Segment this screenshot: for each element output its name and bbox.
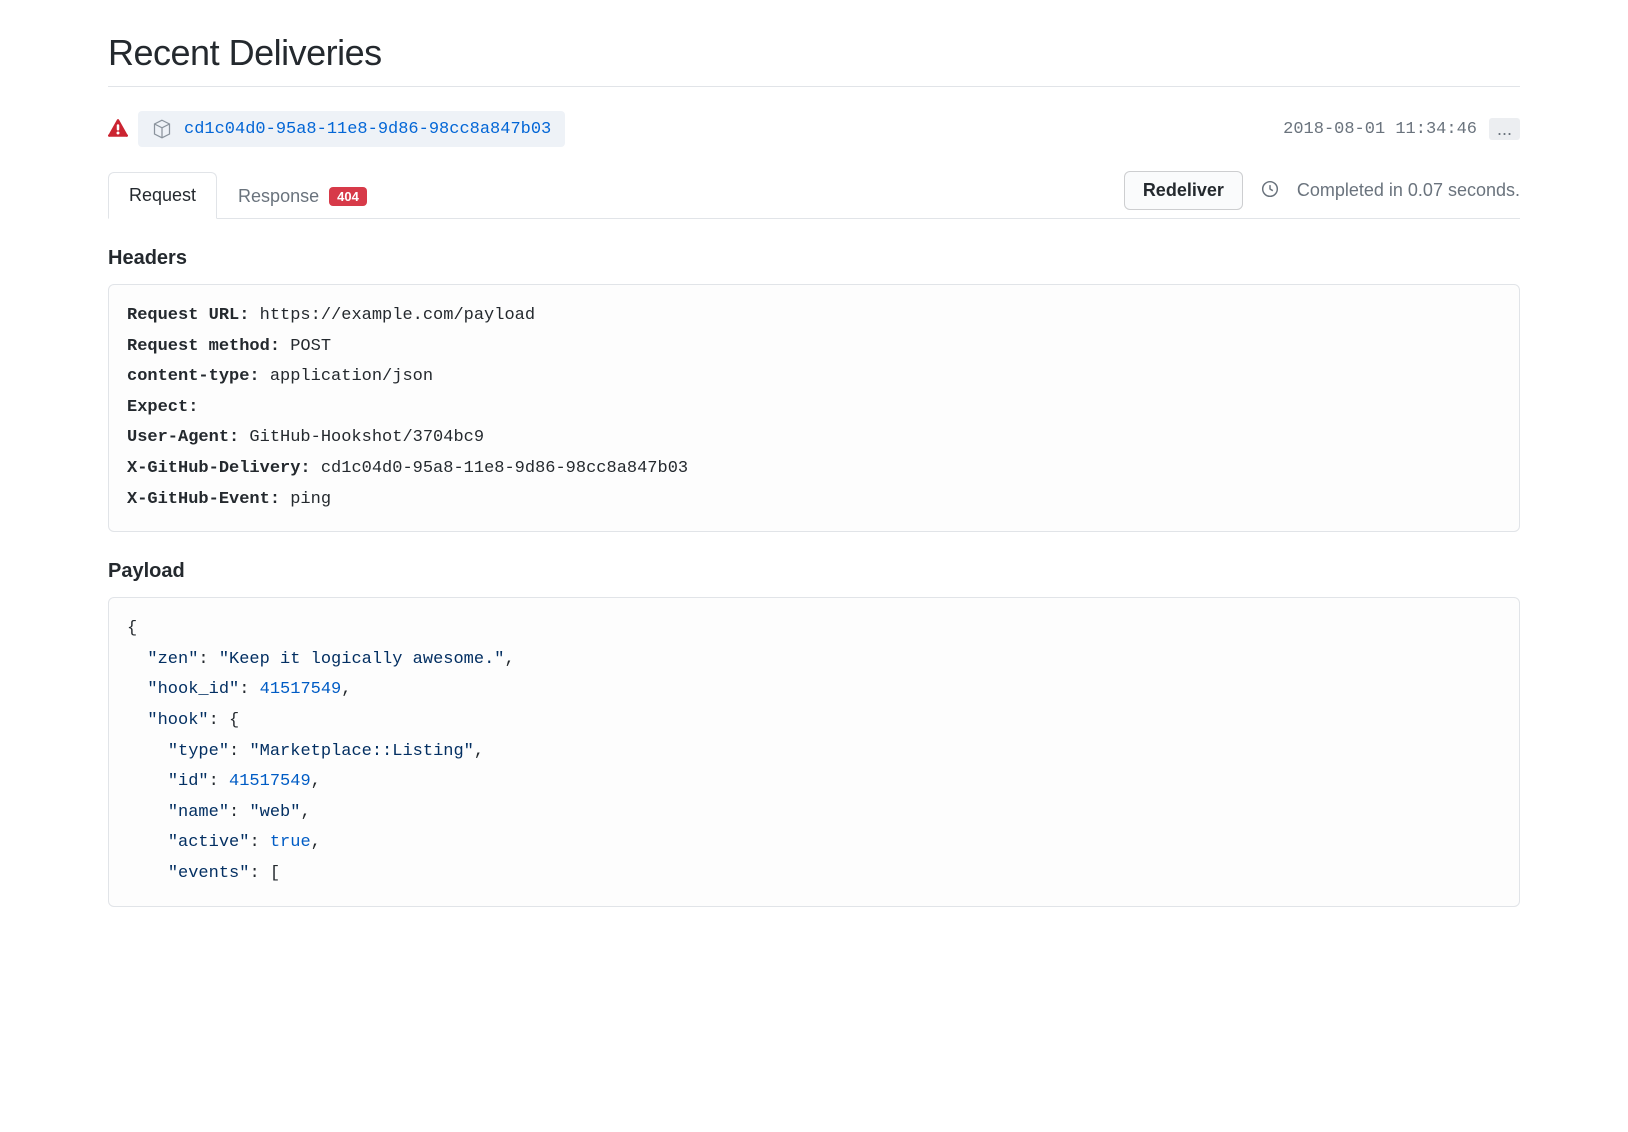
status-badge: 404 [329, 187, 367, 206]
tab-response[interactable]: Response 404 [217, 172, 388, 219]
tab-bar: Request Response 404 Redeliver Completed… [108, 171, 1520, 219]
payload-section: Payload { "zen": "Keep it logically awes… [108, 560, 1520, 906]
alert-icon [108, 118, 128, 141]
completed-text: Completed in 0.07 seconds. [1297, 180, 1520, 201]
tab-request[interactable]: Request [108, 172, 217, 219]
page-title: Recent Deliveries [108, 32, 1520, 87]
package-icon [152, 119, 172, 139]
tab-response-label: Response [238, 186, 319, 207]
clock-icon [1261, 180, 1279, 201]
redeliver-button[interactable]: Redeliver [1124, 171, 1243, 210]
tab-request-label: Request [129, 185, 196, 206]
delivery-id: cd1c04d0-95a8-11e8-9d86-98cc8a847b03 [184, 120, 551, 139]
headers-section: Headers Request URL: https://example.com… [108, 247, 1520, 532]
delivery-row: cd1c04d0-95a8-11e8-9d86-98cc8a847b03 201… [108, 111, 1520, 147]
delivery-timestamp: 2018-08-01 11:34:46 [1283, 120, 1477, 139]
headers-title: Headers [108, 247, 1520, 270]
delivery-pill[interactable]: cd1c04d0-95a8-11e8-9d86-98cc8a847b03 [138, 111, 565, 147]
headers-content: Request URL: https://example.com/payload… [108, 284, 1520, 532]
payload-content: { "zen": "Keep it logically awesome.", "… [108, 597, 1520, 906]
more-actions-button[interactable]: ... [1489, 118, 1520, 140]
payload-title: Payload [108, 560, 1520, 583]
